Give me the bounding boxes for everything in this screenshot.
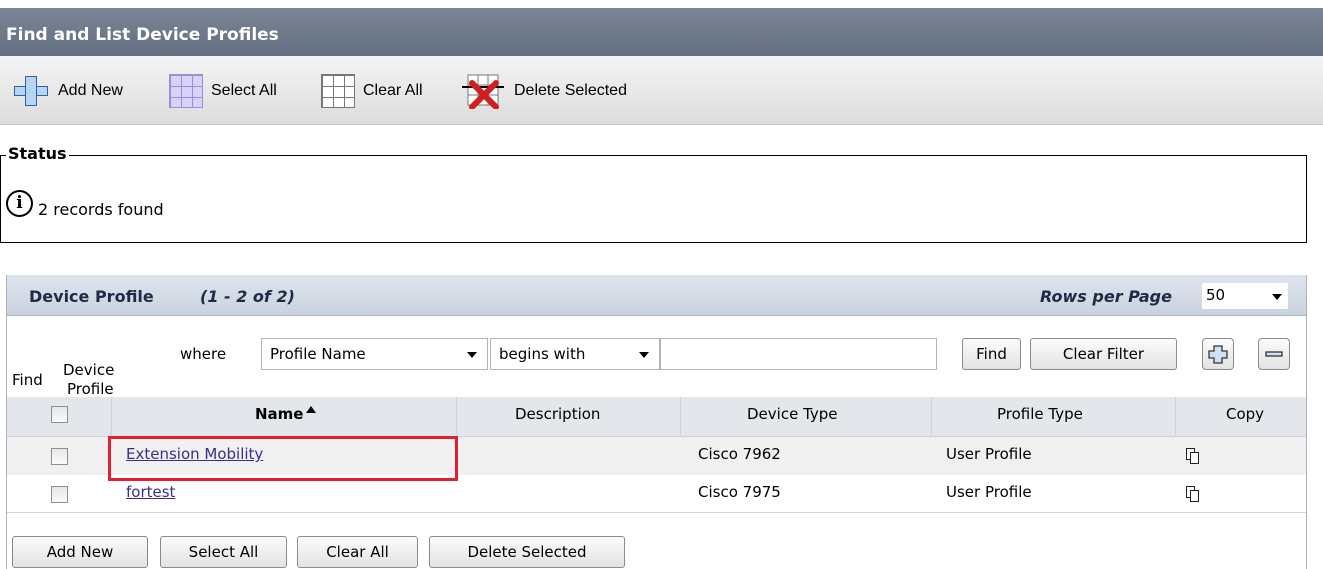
search-field-value: Profile Name bbox=[270, 345, 366, 363]
column-divider bbox=[1175, 397, 1176, 437]
device-type-cell: Cisco 7962 bbox=[698, 445, 781, 463]
add-icon bbox=[12, 76, 50, 106]
column-header-copy: Copy bbox=[1226, 405, 1265, 423]
column-divider bbox=[111, 397, 112, 437]
search-input[interactable] bbox=[660, 338, 937, 370]
select-all-label: Select All bbox=[211, 82, 277, 99]
select-all-grid-icon bbox=[169, 74, 203, 108]
column-divider bbox=[680, 397, 681, 437]
panel-title: Device Profile bbox=[29, 287, 154, 306]
column-header-name-label: Name bbox=[255, 405, 304, 423]
find-object-label-line2: Profile bbox=[67, 380, 114, 398]
profile-name-link-text[interactable]: fortest bbox=[126, 483, 175, 501]
info-icon: i bbox=[6, 190, 33, 217]
column-divider bbox=[456, 397, 457, 437]
rows-per-page-label: Rows per Page bbox=[1040, 287, 1172, 306]
status-box bbox=[0, 155, 1307, 243]
profile-name-link[interactable]: fortest bbox=[126, 483, 175, 501]
minus-icon bbox=[1265, 351, 1283, 357]
find-label: Find bbox=[12, 371, 43, 389]
row-checkbox[interactable] bbox=[51, 486, 68, 503]
column-header-name[interactable]: Name bbox=[255, 405, 317, 423]
find-object-label-line1: Device bbox=[63, 361, 115, 379]
delete-selected-toolbar-button[interactable]: Delete Selected bbox=[460, 73, 627, 110]
add-new-label: Add New bbox=[58, 82, 123, 99]
column-header-description[interactable]: Description bbox=[515, 405, 600, 423]
select-all-button[interactable]: Select All bbox=[160, 536, 287, 568]
clear-all-toolbar-button[interactable]: Clear All bbox=[321, 74, 423, 108]
select-all-toolbar-button[interactable]: Select All bbox=[169, 74, 277, 108]
panel-header: Device Profile (1 - 2 of 2) Rows per Pag… bbox=[7, 275, 1306, 316]
column-header-profile-type[interactable]: Profile Type bbox=[997, 405, 1083, 423]
sort-ascending-icon bbox=[306, 406, 317, 413]
plus-icon bbox=[1208, 345, 1228, 364]
chevron-down-icon bbox=[639, 352, 649, 358]
clear-all-label: Clear All bbox=[363, 82, 423, 99]
device-type-cell: Cisco 7975 bbox=[698, 483, 781, 501]
search-field-select[interactable]: Profile Name bbox=[261, 338, 488, 370]
copy-icon[interactable] bbox=[1186, 486, 1200, 502]
remove-criteria-button[interactable] bbox=[1258, 338, 1290, 370]
find-button[interactable]: Find bbox=[962, 338, 1021, 370]
delete-icon bbox=[460, 73, 506, 110]
row-checkbox[interactable] bbox=[51, 448, 68, 465]
copy-icon[interactable] bbox=[1186, 448, 1200, 464]
search-operator-value: begins with bbox=[499, 345, 586, 363]
search-operator-select[interactable]: begins with bbox=[490, 338, 660, 370]
delete-selected-button[interactable]: Delete Selected bbox=[429, 536, 625, 568]
status-message: 2 records found bbox=[38, 200, 164, 219]
page-title: Find and List Device Profiles bbox=[0, 8, 1323, 56]
rows-per-page-value: 50 bbox=[1206, 286, 1226, 304]
record-range: (1 - 2 of 2) bbox=[200, 287, 295, 306]
rows-per-page-select[interactable]: 50 bbox=[1202, 283, 1288, 309]
select-all-rows-checkbox[interactable] bbox=[51, 406, 68, 423]
delete-selected-label: Delete Selected bbox=[514, 82, 627, 99]
clear-all-grid-icon bbox=[321, 74, 355, 108]
highlight-box bbox=[108, 436, 458, 481]
add-new-button[interactable]: Add New bbox=[12, 536, 148, 568]
profile-type-cell: User Profile bbox=[946, 483, 1032, 501]
where-label: where bbox=[180, 345, 227, 363]
toolbar: Add New Select All Clear All Delete Sele… bbox=[0, 56, 1323, 125]
status-legend: Status bbox=[6, 144, 69, 163]
column-divider bbox=[931, 397, 932, 437]
profile-type-cell: User Profile bbox=[946, 445, 1032, 463]
chevron-down-icon bbox=[1272, 294, 1282, 300]
add-new-toolbar-button[interactable]: Add New bbox=[12, 76, 123, 106]
clear-filter-button[interactable]: Clear Filter bbox=[1030, 338, 1177, 370]
add-criteria-button[interactable] bbox=[1202, 338, 1234, 370]
column-header-device-type[interactable]: Device Type bbox=[747, 405, 838, 423]
table-header: Name Description Device Type Profile Typ… bbox=[7, 397, 1306, 437]
top-strip bbox=[0, 0, 1323, 8]
chevron-down-icon bbox=[467, 352, 477, 358]
clear-all-button[interactable]: Clear All bbox=[297, 536, 418, 568]
